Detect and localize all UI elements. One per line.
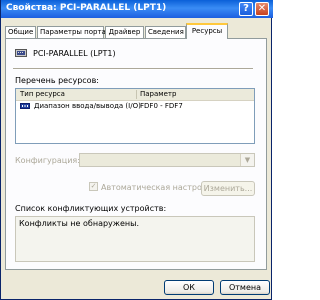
list-item[interactable]: Диапазон ввода/вывода (I/O) FDF0 - FDF7 [16,101,254,112]
configuration-label: Конфигурация: [15,156,80,165]
column-header-setting[interactable]: Параметр [140,90,176,98]
window-title: Свойства: PCI-PARALLEL (LPT1) [6,3,167,13]
close-button[interactable]: ✕ [255,2,269,16]
resource-list[interactable]: Тип ресурса Параметр Диапазон ввода/выво… [15,88,255,144]
conflicts-text: Конфликты не обнаружены. [19,219,139,228]
io-range-icon [20,103,30,109]
change-button[interactable]: Изменить... [201,181,255,196]
port-icon [15,49,27,57]
auto-settings-checkbox[interactable]: ✓ [89,182,98,191]
tab-resources[interactable]: Ресурсы [186,23,228,39]
ok-button[interactable]: ОК [164,280,214,295]
resource-setting: FDF0 - FDF7 [140,102,183,110]
tab-details[interactable]: Сведения [145,26,186,38]
cancel-button[interactable]: Отмена [220,280,270,295]
conflicts-box[interactable]: Конфликты не обнаружены. [15,216,255,262]
help-button[interactable]: ? [239,2,253,16]
chevron-down-icon[interactable]: ▼ [240,154,254,166]
list-header: Тип ресурса Параметр [16,89,254,101]
resources-label: Перечень ресурсов: [15,76,99,85]
tab-general[interactable]: Общие [5,26,36,38]
auto-settings-label: Автоматическая настройка [101,183,217,192]
properties-dialog: Свойства: PCI-PARALLEL (LPT1) ? ✕ Общие … [0,0,273,300]
conflicts-label: Список конфликтующих устройств: [15,204,167,213]
column-header-type[interactable]: Тип ресурса [20,90,65,98]
column-divider[interactable] [136,90,137,99]
configuration-select[interactable]: ▼ [79,153,255,167]
separator [13,68,253,70]
device-name: PCI-PARALLEL (LPT1) [33,49,116,58]
resource-type: Диапазон ввода/вывода (I/O) [34,102,141,110]
title-bar[interactable]: Свойства: PCI-PARALLEL (LPT1) ? ✕ [1,0,273,18]
tab-driver[interactable]: Драйвер [105,26,144,38]
tab-port-settings[interactable]: Параметры порта [37,26,106,38]
